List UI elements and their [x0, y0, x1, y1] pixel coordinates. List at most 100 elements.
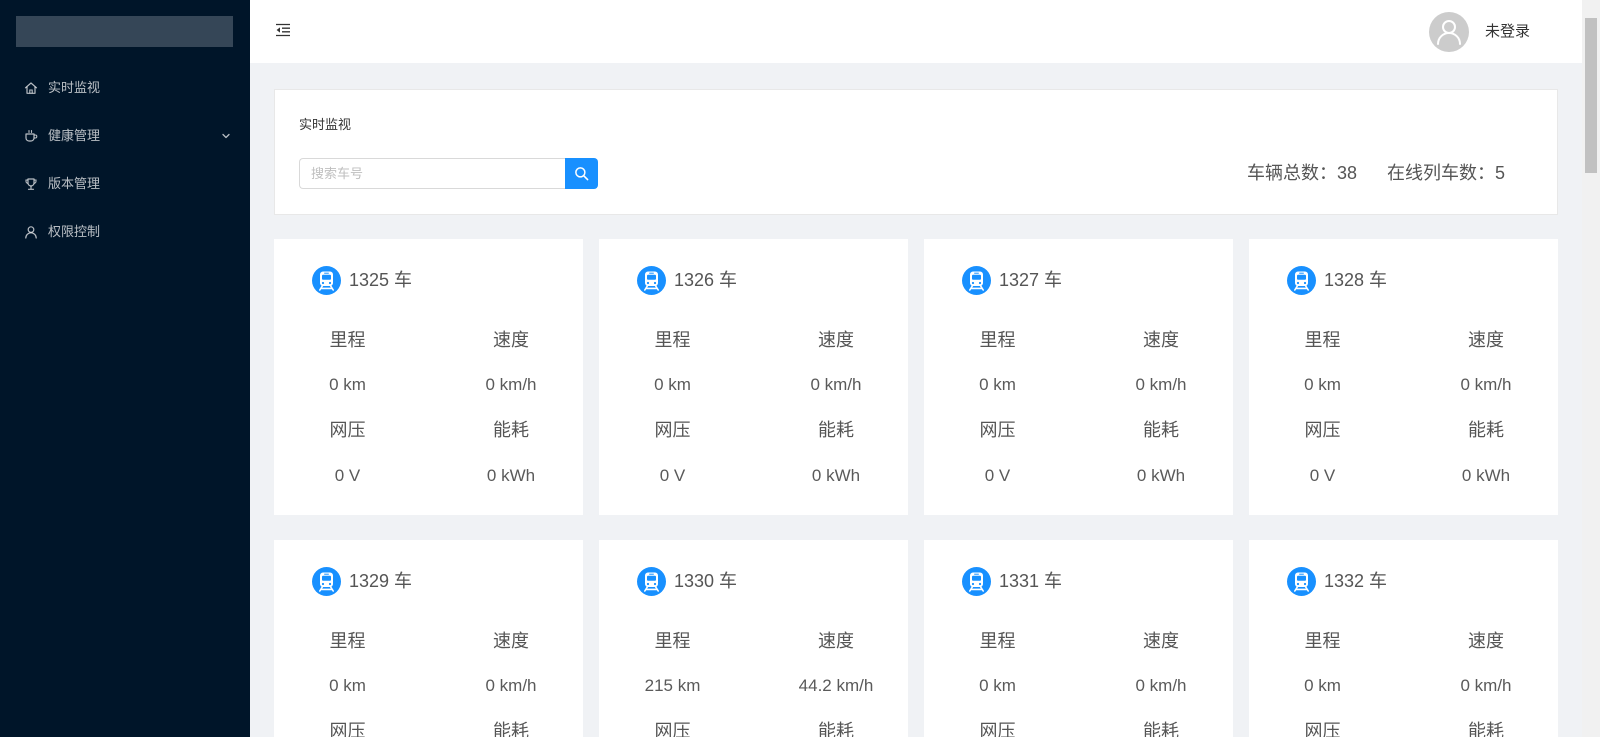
energy-label: 能耗 — [1468, 721, 1504, 737]
voltage-label: 网压 — [979, 721, 1016, 737]
voltage-label: 网压 — [654, 721, 691, 737]
train-card-title: 1328 车 — [1324, 270, 1388, 290]
energy-label: 能耗 — [1468, 420, 1504, 440]
train-card[interactable]: 1328 车里程 0 km 速度 0 km/h 网压 0 V 能耗 0 kWh — [1249, 239, 1558, 515]
energy-label: 能耗 — [1143, 420, 1179, 440]
scrollbar-thumb[interactable] — [1585, 18, 1597, 173]
mileage-value: 0 km — [1304, 375, 1341, 394]
chevron-down-icon[interactable] — [221, 131, 231, 141]
train-card-title: 1326 车 — [674, 270, 738, 290]
monitor-panel: 实时监视 车辆总数：38 在线列车数：5 — [274, 89, 1558, 215]
train-card[interactable]: 1330 车里程 215 km 速度 44.2 km/h 网压 能耗 — [599, 540, 908, 737]
speed-label: 速度 — [1468, 330, 1504, 350]
user-icon — [24, 225, 38, 239]
train-card-title: 1331 车 — [999, 571, 1063, 591]
speed-value: 0 km/h — [1460, 676, 1512, 695]
user-avatar-icon[interactable] — [1429, 12, 1469, 52]
total-vehicles-stat: 车辆总数：38 — [1247, 162, 1357, 184]
mileage-value: 215 km — [644, 676, 701, 695]
speed-value: 0 km/h — [485, 676, 537, 695]
speed-label: 速度 — [1468, 631, 1504, 651]
sidebar-item-realtime-monitor[interactable]: 实时监视 — [0, 68, 250, 108]
sidebar-item-label: 版本管理 — [48, 176, 101, 191]
mileage-label: 里程 — [1304, 330, 1341, 350]
mileage-value: 0 km — [979, 676, 1016, 695]
sidebar: 实时监视 健康管理 版本管理 权限控制 — [0, 0, 250, 737]
voltage-label: 网压 — [1304, 721, 1341, 737]
train-card[interactable]: 1326 车里程 0 km 速度 0 km/h 网压 0 V 能耗 0 kWh — [599, 239, 908, 515]
energy-value: 0 kWh — [811, 466, 861, 485]
train-card-title: 1325 车 — [349, 270, 413, 290]
menu-fold-icon[interactable] — [275, 22, 291, 38]
voltage-value: 0 V — [659, 466, 686, 485]
energy-label: 能耗 — [818, 420, 854, 440]
mileage-label: 里程 — [979, 330, 1016, 350]
search-icon — [575, 167, 589, 181]
energy-label: 能耗 — [818, 721, 854, 737]
train-card-title: 1332 车 — [1324, 571, 1388, 591]
mileage-value: 0 km — [654, 375, 691, 394]
online-trains-value: 5 — [1495, 163, 1506, 183]
mileage-label: 里程 — [654, 330, 691, 350]
speed-value: 0 km/h — [810, 375, 862, 394]
energy-value: 0 kWh — [1136, 466, 1186, 485]
search-button[interactable] — [565, 158, 598, 189]
energy-label: 能耗 — [493, 420, 529, 440]
speed-label: 速度 — [818, 330, 854, 350]
speed-value: 0 km/h — [1135, 676, 1187, 695]
train-card[interactable]: 1329 车里程 0 km 速度 0 km/h 网压 能耗 — [274, 540, 583, 737]
trophy-icon — [24, 177, 38, 191]
train-card[interactable]: 1325 车里程 0 km 速度 0 km/h 网压 0 V 能耗 0 kWh — [274, 239, 583, 515]
speed-label: 速度 — [493, 631, 529, 651]
mileage-label: 里程 — [329, 631, 366, 651]
voltage-label: 网压 — [329, 721, 366, 737]
train-icon — [637, 266, 666, 295]
mileage-value: 0 km — [329, 375, 366, 394]
train-card-title: 1330 车 — [674, 571, 738, 591]
speed-value: 44.2 km/h — [798, 676, 874, 695]
voltage-label: 网压 — [1304, 420, 1341, 440]
home-icon — [24, 81, 38, 95]
online-trains-stat: 在线列车数：5 — [1387, 162, 1505, 184]
online-trains-label: 在线列车数： — [1387, 163, 1495, 183]
speed-label: 速度 — [818, 631, 854, 651]
sidebar-item-health-management[interactable]: 健康管理 — [0, 116, 250, 156]
train-card[interactable]: 1327 车里程 0 km 速度 0 km/h 网压 0 V 能耗 0 kWh — [924, 239, 1233, 515]
sidebar-item-version-management[interactable]: 版本管理 — [0, 164, 250, 204]
mileage-value: 0 km — [329, 676, 366, 695]
speed-label: 速度 — [1143, 631, 1179, 651]
voltage-value: 0 V — [1309, 466, 1336, 485]
train-card[interactable]: 1332 车里程 0 km 速度 0 km/h 网压 能耗 — [1249, 540, 1558, 737]
voltage-value: 0 V — [984, 466, 1011, 485]
search-input[interactable] — [299, 158, 565, 189]
train-icon — [1287, 567, 1316, 596]
login-status[interactable]: 未登录 — [1485, 22, 1530, 42]
energy-label: 能耗 — [1143, 721, 1179, 737]
mileage-value: 0 km — [1304, 676, 1341, 695]
energy-value: 0 kWh — [486, 466, 536, 485]
voltage-label: 网压 — [654, 420, 691, 440]
energy-label: 能耗 — [493, 721, 529, 737]
train-icon — [962, 567, 991, 596]
speed-label: 速度 — [1143, 330, 1179, 350]
train-card-title: 1329 车 — [349, 571, 413, 591]
page-title: 实时监视 — [299, 117, 352, 132]
speed-value: 0 km/h — [1135, 375, 1187, 394]
voltage-label: 网压 — [979, 420, 1016, 440]
train-card-title: 1327 车 — [999, 270, 1063, 290]
coffee-icon — [24, 129, 38, 143]
mileage-label: 里程 — [654, 631, 691, 651]
mileage-value: 0 km — [979, 375, 1016, 394]
logo[interactable] — [16, 16, 233, 47]
sidebar-item-permission-control[interactable]: 权限控制 — [0, 212, 250, 252]
train-icon — [637, 567, 666, 596]
total-vehicles-value: 38 — [1337, 163, 1358, 183]
page-scrollbar[interactable] — [1582, 0, 1600, 737]
energy-value: 0 kWh — [1461, 466, 1511, 485]
train-icon — [312, 567, 341, 596]
mileage-label: 里程 — [1304, 631, 1341, 651]
voltage-value: 0 V — [334, 466, 361, 485]
mileage-label: 里程 — [329, 330, 366, 350]
train-card[interactable]: 1331 车里程 0 km 速度 0 km/h 网压 能耗 — [924, 540, 1233, 737]
total-vehicles-label: 车辆总数： — [1247, 163, 1337, 183]
